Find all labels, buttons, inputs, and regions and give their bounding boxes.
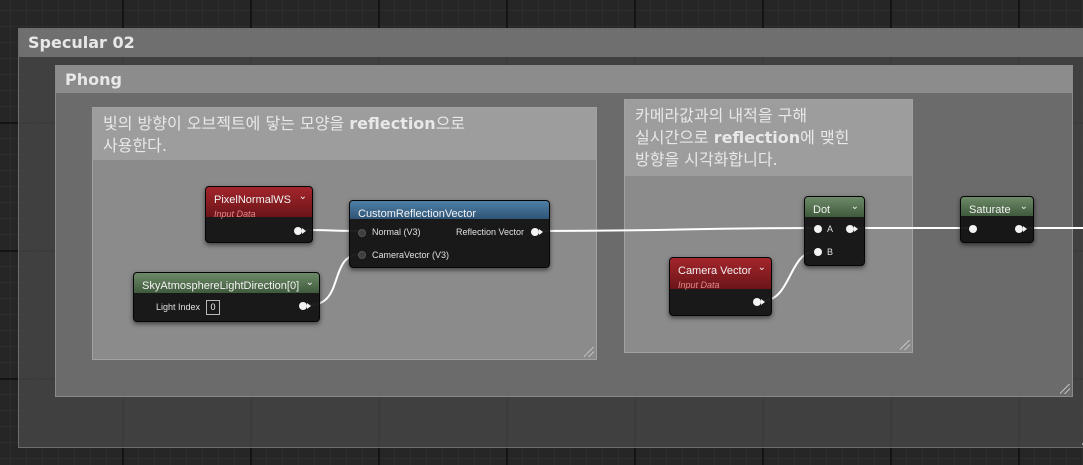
note-keyword: reflection — [713, 128, 801, 147]
note-text: 빛의 방향이 오브젝트에 닿는 모양을 — [103, 114, 350, 133]
node-header[interactable]: Camera Vector Input Data ⌄ — [670, 258, 771, 290]
node-header[interactable]: Dot ⌄ — [805, 197, 864, 217]
node-title: SkyAtmosphereLightDirection[0] — [142, 280, 300, 292]
note-text: 카메라값과의 내적을 구해 — [635, 106, 808, 125]
node-header[interactable]: CustomReflectionVector — [350, 201, 549, 220]
chevron-down-icon[interactable]: ⌄ — [306, 277, 314, 288]
note-text: 사용한다. — [103, 136, 167, 155]
output-pin[interactable] — [294, 227, 306, 235]
node-title: Camera Vector — [678, 265, 752, 277]
note-text: 방향을 시각화합니다. — [635, 150, 778, 169]
pin-label: Light Index — [156, 302, 201, 312]
output-pin[interactable] — [846, 225, 858, 233]
node-header[interactable]: PixelNormalWS Input Data ⌄ — [206, 187, 312, 219]
output-pin[interactable] — [531, 228, 543, 236]
comment-note-text[interactable]: 빛의 방향이 오브젝트에 닿는 모양을 reflection으로 사용한다. — [93, 108, 596, 160]
chevron-down-icon[interactable]: ⌄ — [1020, 201, 1028, 212]
note-text: 에 맺힌 — [800, 128, 850, 147]
output-pin[interactable] — [299, 302, 311, 310]
node-dot[interactable]: Dot ⌄ A B — [804, 196, 865, 266]
node-custom-reflection-vector[interactable]: CustomReflectionVector Normal (V3) Camer… — [349, 200, 550, 268]
chevron-down-icon[interactable]: ⌄ — [851, 201, 859, 212]
output-pin[interactable] — [1015, 225, 1027, 233]
comment-title[interactable]: Phong — [56, 66, 1072, 93]
pin-label: A — [827, 224, 834, 234]
node-subtitle: Input Data — [678, 280, 720, 290]
node-header[interactable]: Saturate ⌄ — [961, 197, 1033, 216]
node-sky-atmosphere-light-direction[interactable]: SkyAtmosphereLightDirection[0] ⌄ Light I… — [133, 272, 320, 322]
node-subtitle: Input Data — [214, 209, 256, 219]
comment-title[interactable]: Specular 02 — [19, 29, 1083, 57]
chevron-down-icon[interactable]: ⌄ — [299, 191, 307, 202]
node-title: Saturate — [969, 204, 1011, 216]
resize-grip-icon[interactable] — [900, 340, 910, 350]
light-index-input[interactable]: 0 — [206, 300, 220, 315]
node-pixel-normal-ws[interactable]: PixelNormalWS Input Data ⌄ — [205, 186, 313, 243]
node-title: CustomReflectionVector — [358, 208, 476, 220]
note-text: 으로 — [435, 114, 466, 133]
pin-label: CameraVector (V3) — [372, 250, 450, 260]
resize-grip-icon[interactable] — [584, 347, 594, 357]
node-camera-vector[interactable]: Camera Vector Input Data ⌄ — [669, 257, 772, 316]
input-pin-camera-vector[interactable] — [358, 251, 366, 259]
input-pin-a[interactable] — [814, 225, 822, 233]
node-title: Dot — [813, 204, 831, 216]
node-saturate[interactable]: Saturate ⌄ — [960, 196, 1034, 243]
node-header[interactable]: SkyAtmosphereLightDirection[0] ⌄ — [134, 273, 319, 293]
pin-label: Normal (V3) — [372, 227, 421, 237]
chevron-down-icon[interactable]: ⌄ — [758, 262, 766, 273]
pin-label: B — [827, 247, 834, 257]
node-title: PixelNormalWS — [214, 194, 292, 206]
note-text: 실시간으로 — [635, 128, 714, 147]
pin-label: Reflection Vector — [456, 227, 525, 237]
input-pin[interactable] — [969, 225, 977, 233]
output-pin[interactable] — [753, 298, 765, 306]
input-pin-b[interactable] — [814, 248, 822, 256]
resize-grip-icon[interactable] — [1060, 384, 1070, 394]
input-pin-normal[interactable] — [358, 229, 366, 237]
comment-note-text[interactable]: 카메라값과의 내적을 구해 실시간으로 reflection에 맺힌 방향을 시… — [625, 100, 912, 176]
note-keyword: reflection — [349, 114, 436, 133]
